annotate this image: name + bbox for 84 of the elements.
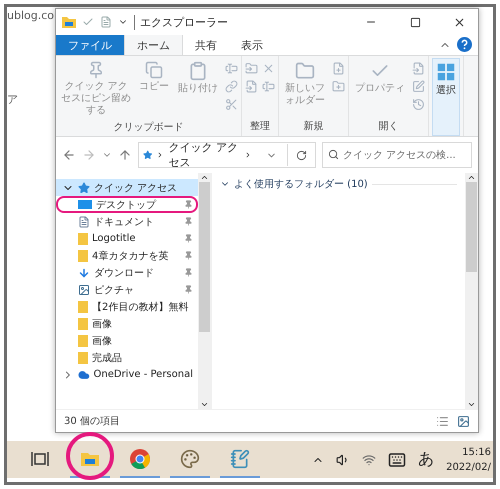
folder-icon <box>81 451 99 466</box>
document-icon[interactable] <box>100 16 112 28</box>
chevron-icon[interactable] <box>200 400 209 409</box>
keyboard-icon[interactable] <box>388 450 406 468</box>
up-button[interactable] <box>118 148 132 162</box>
picture-icon <box>78 284 90 296</box>
pin-icon <box>184 234 193 243</box>
folder-icon <box>62 16 76 28</box>
maximize-icon <box>410 16 420 28</box>
group-label: 整理 <box>249 120 271 134</box>
picture-icon <box>457 414 470 428</box>
refresh-icon <box>296 150 307 160</box>
pin-icon <box>184 251 193 260</box>
details-view-button[interactable] <box>436 414 449 428</box>
group-header[interactable]: よく使用するフォルダー (10) <box>234 177 368 191</box>
nav-item[interactable]: ダウンロード <box>56 264 198 281</box>
nav-item[interactable]: クイック アクセス <box>56 179 198 196</box>
download-icon <box>78 266 90 278</box>
help-icon[interactable] <box>457 37 472 52</box>
folder-icon <box>78 250 88 262</box>
copy-icon <box>145 61 163 79</box>
nav-item[interactable]: 画像 <box>56 332 198 349</box>
cloud-icon <box>78 368 90 380</box>
pin-icon <box>184 217 193 226</box>
check-icon[interactable] <box>82 16 94 28</box>
ribbon-tab[interactable]: ホーム <box>124 35 183 55</box>
task-view-icon <box>31 450 49 466</box>
nav-item[interactable]: 【2作目の教材】無料 <box>56 298 198 315</box>
forward-icon <box>82 148 96 162</box>
page-text: ア <box>7 92 19 107</box>
clipboard-icon <box>188 61 208 81</box>
notepad-icon <box>230 448 250 468</box>
back-icon <box>62 148 76 162</box>
ribbon-button[interactable]: 選択 <box>432 58 460 136</box>
breadcrumb[interactable]: クイック アクセス <box>168 140 240 170</box>
scrollbar[interactable] <box>198 173 211 409</box>
page-text: ublog.co <box>7 9 55 22</box>
nav-item[interactable]: 4章カタカナを英 <box>56 247 198 264</box>
nav-item[interactable]: ドキュメント <box>56 213 198 230</box>
scrollbar[interactable] <box>465 173 478 409</box>
close-icon <box>452 16 466 28</box>
wifi-icon[interactable] <box>362 452 376 466</box>
list-icon <box>436 414 449 428</box>
folder-icon <box>78 232 88 244</box>
window-title: エクスプローラー <box>134 14 346 30</box>
nav-item[interactable]: 完成品 <box>56 349 198 366</box>
file-tab[interactable]: ファイル <box>56 35 124 55</box>
document-icon <box>78 216 90 228</box>
chevron-icon[interactable] <box>467 400 476 409</box>
clock[interactable]: 15:16 2022/02/ <box>446 444 491 474</box>
search-field[interactable]: クイック アクセスの検... <box>322 142 472 168</box>
ime-indicator[interactable]: あ <box>418 449 434 470</box>
star-icon <box>78 182 90 194</box>
status-text: 30 個の項目 <box>64 415 121 428</box>
nav-item[interactable]: OneDrive - Personal <box>56 366 198 383</box>
up-icon <box>118 148 132 162</box>
address-field[interactable]: クイック アクセス <box>138 142 316 168</box>
browser-icon <box>130 448 150 468</box>
chevron-icon[interactable] <box>467 173 476 182</box>
nav-item[interactable]: 画像 <box>56 315 198 332</box>
folder-icon <box>78 318 88 330</box>
grid-icon <box>435 61 457 83</box>
group-label: 開く <box>378 120 400 134</box>
search-icon <box>328 149 339 160</box>
nav-item[interactable]: デスクトップ <box>56 196 198 213</box>
back-button[interactable] <box>62 148 76 162</box>
folder-icon <box>78 300 88 312</box>
star-icon <box>143 149 152 161</box>
chevron-icon[interactable] <box>200 173 209 182</box>
folder-icon <box>295 61 315 81</box>
chevron-icon <box>244 150 252 160</box>
monitor-icon <box>78 199 92 210</box>
group-label: 新規 <box>302 120 324 134</box>
pin-icon <box>184 285 193 294</box>
palette-icon <box>180 448 200 468</box>
large-icons-button[interactable] <box>457 414 470 428</box>
nav-item[interactable]: Logotitle <box>56 230 198 247</box>
folder-icon <box>78 334 88 346</box>
pin-icon <box>184 200 193 209</box>
nav-item[interactable]: ピクチャ <box>56 281 198 298</box>
folder-icon <box>78 352 88 364</box>
pin-icon <box>184 268 193 277</box>
pin-icon <box>87 61 105 79</box>
group-label: クリップボード <box>112 120 184 135</box>
